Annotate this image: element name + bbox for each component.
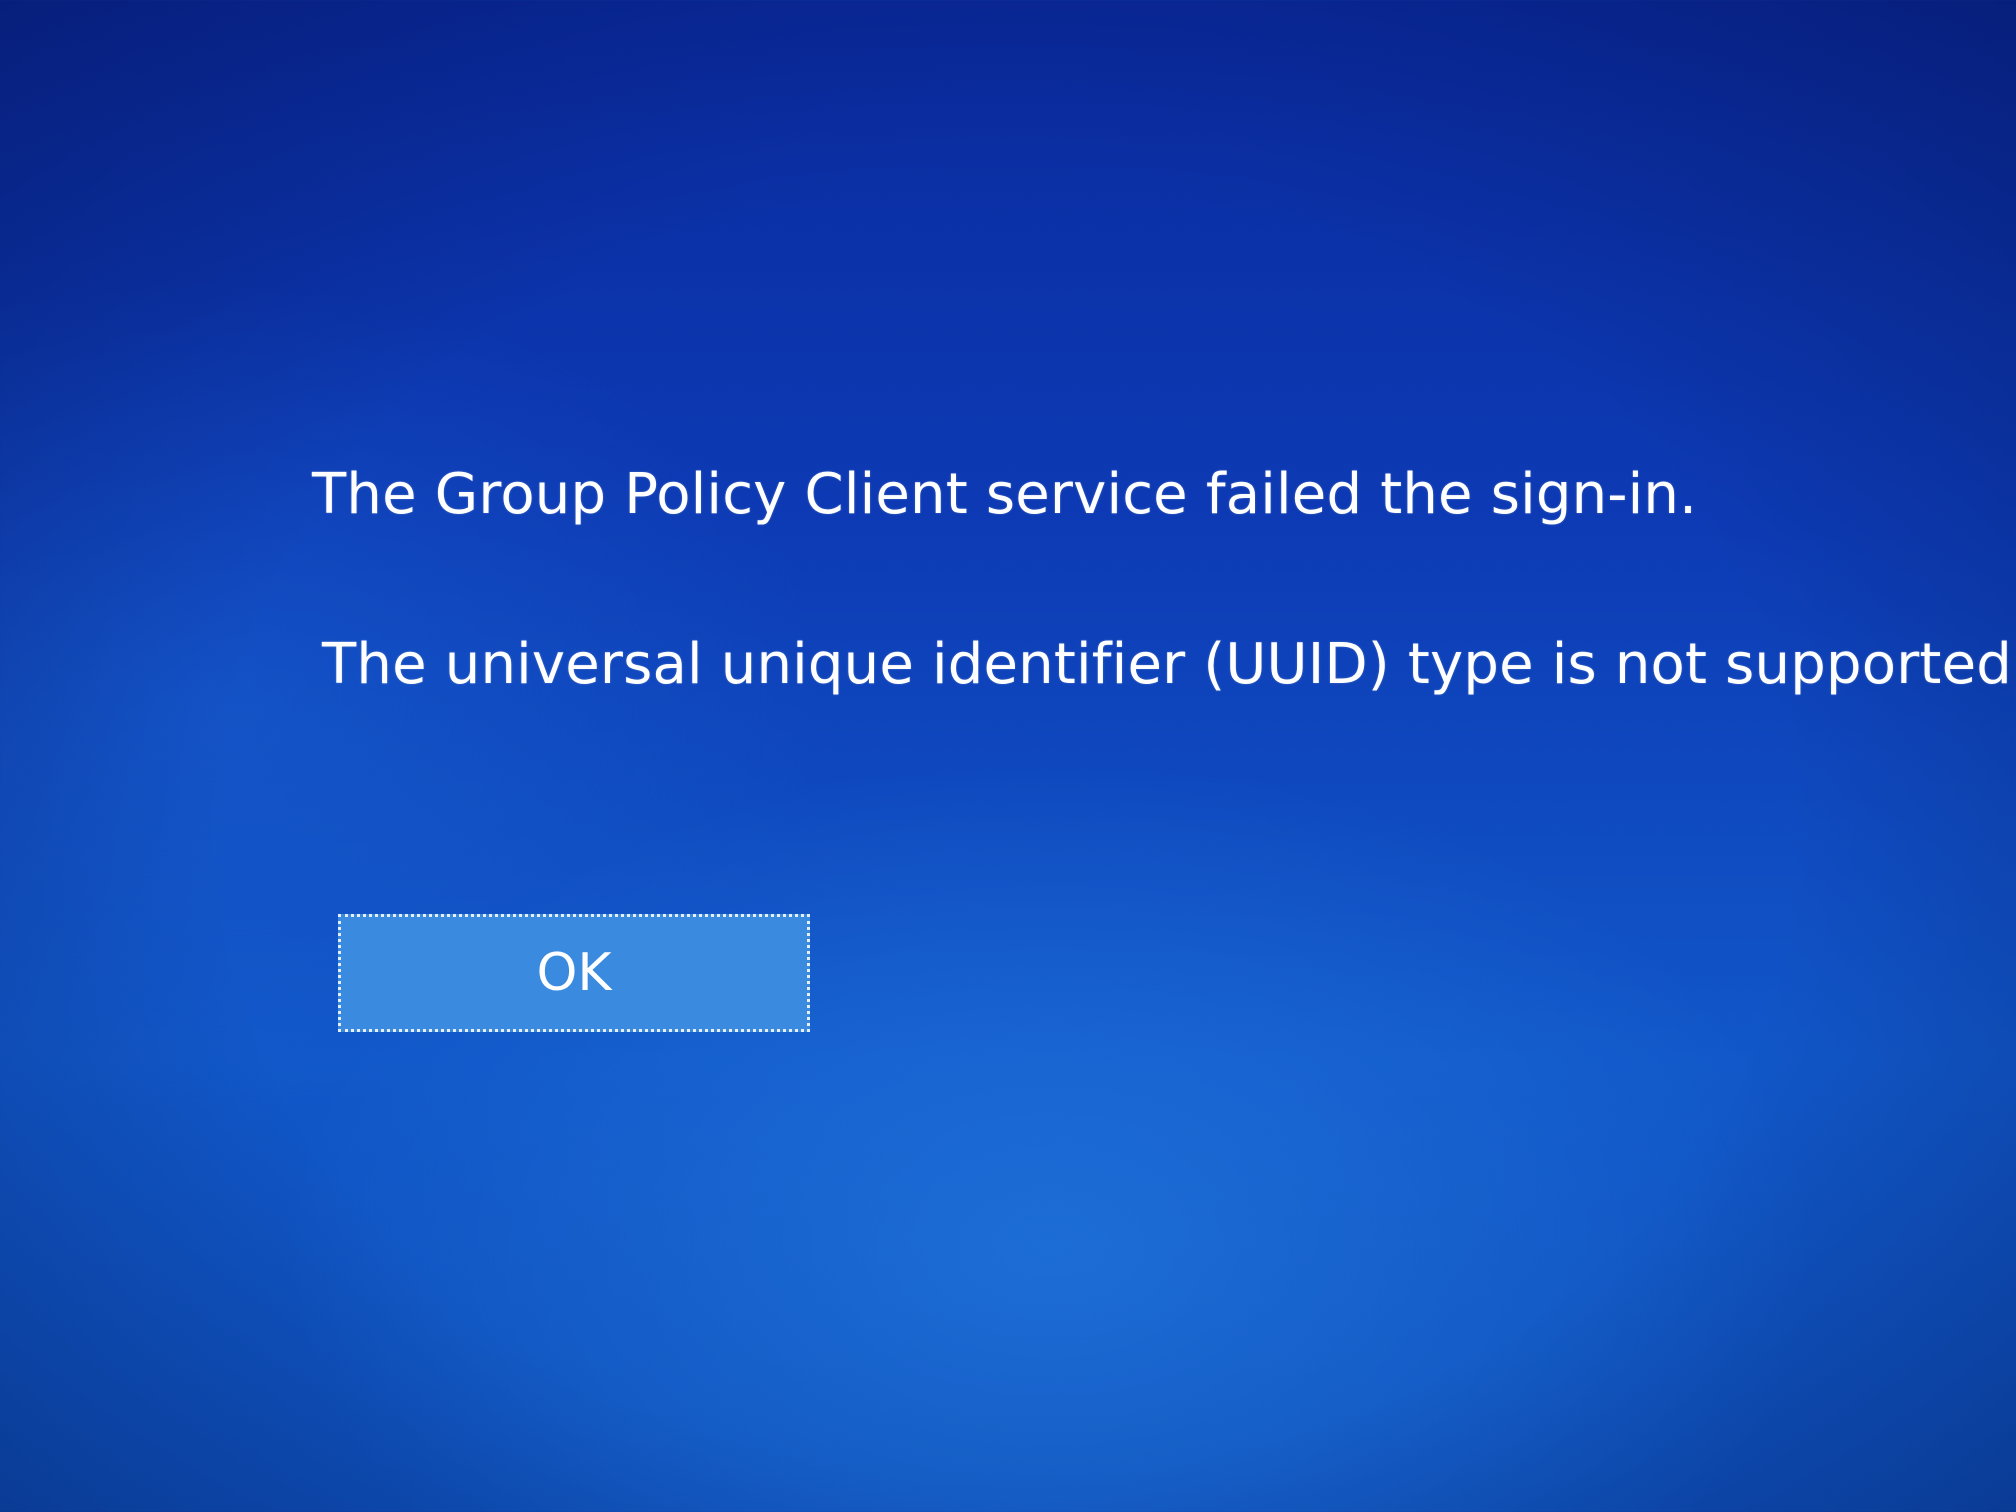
ok-button[interactable]: OK [338,914,810,1032]
background-vignette [0,0,2016,1512]
sign-in-error-screen: The Group Policy Client service failed t… [0,0,2016,1512]
error-title-message: The Group Policy Client service failed t… [312,462,1698,527]
error-detail-message: The universal unique identifier (UUID) t… [322,632,2016,697]
